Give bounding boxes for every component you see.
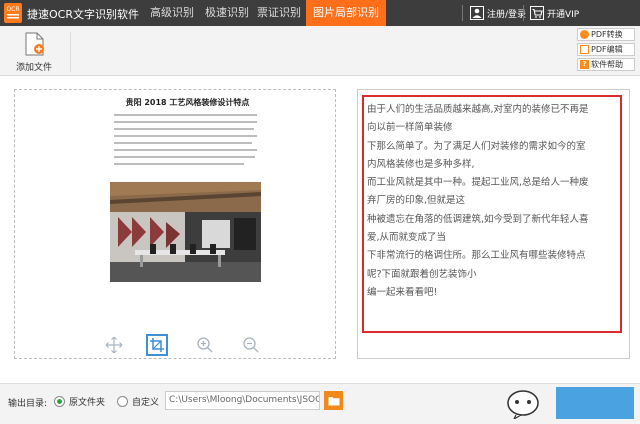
help-icon: ? xyxy=(580,60,589,69)
watermark xyxy=(506,384,640,424)
add-file-button[interactable]: 添加文件 xyxy=(12,29,56,73)
radio-custom-label: 自定义 xyxy=(132,398,160,408)
zoom-in-icon xyxy=(197,337,213,353)
document-preview: 贵阳 2018 工艺风格装修设计特点 xyxy=(110,96,265,306)
radio-selected-icon xyxy=(54,396,65,407)
result-line: 而工业风就是其中一种。提起工业风,总是给人一种废 xyxy=(367,177,589,189)
pdf-convert-label: PDF转换 xyxy=(591,30,623,39)
app-title: 捷速OCR文字识别软件 xyxy=(27,8,139,21)
pdf-convert-icon xyxy=(580,30,589,39)
text-line xyxy=(114,114,257,116)
text-line xyxy=(114,149,257,151)
vip-button[interactable]: 开通VIP xyxy=(530,4,579,22)
result-line: 内风格装修也是多种多样, xyxy=(367,158,475,170)
radio-custom-folder[interactable]: 自定义 xyxy=(117,395,159,408)
add-file-icon xyxy=(25,32,44,56)
svg-text:OCR: OCR xyxy=(6,6,19,13)
result-line: 下非常流行的格调住所。那么工业风有哪些装修特点 xyxy=(367,250,586,262)
result-line: 编一起来看看吧! xyxy=(367,286,438,298)
ocr-result-text[interactable]: 由于人们的生活品质越来越高,对室内的装修已不再是 向以前一样简单装修 下那么简单… xyxy=(362,95,622,333)
radio-original-folder[interactable]: 原文件夹 xyxy=(54,395,105,408)
tab-advanced-recognition[interactable]: 高级识别 xyxy=(143,0,201,26)
result-line: 下那么简单了。为了满足人们对装修的需求如今的室 xyxy=(367,140,586,152)
help-button[interactable]: ? 软件帮助 xyxy=(577,58,635,71)
cart-icon xyxy=(530,6,544,20)
result-line: 向以前一样简单装修 xyxy=(367,122,453,134)
interior-photo xyxy=(110,182,261,282)
image-preview-panel: 贵阳 2018 工艺风格装修设计特点 xyxy=(14,89,336,359)
output-path-input[interactable]: C:\Users\Mloong\Documents\JSOC xyxy=(165,391,320,410)
title-bar: OCR 捷速OCR文字识别软件 高级识别 极速识别 票证识别 图片局部识别 注册… xyxy=(0,0,640,26)
pdf-edit-label: PDF编辑 xyxy=(591,45,623,54)
login-label: 注册/登录 xyxy=(487,9,527,20)
divider xyxy=(70,32,71,72)
add-file-label: 添加文件 xyxy=(15,63,52,73)
radio-original-label: 原文件夹 xyxy=(69,398,106,408)
text-line xyxy=(114,128,254,130)
output-directory-label: 输出目录: xyxy=(8,399,48,409)
watermark-logo-icon xyxy=(507,390,539,419)
zoom-out-icon xyxy=(243,337,259,353)
tab-fast-recognition[interactable]: 极速识别 xyxy=(201,0,253,26)
help-label: 软件帮助 xyxy=(591,60,623,69)
browse-folder-button[interactable] xyxy=(324,391,343,410)
text-line xyxy=(114,121,257,123)
text-line xyxy=(114,135,257,137)
main-area: 贵阳 2018 工艺风格装修设计特点 由于人们的生活品质越来越高,对室内的装修已… xyxy=(0,77,640,383)
folder-icon xyxy=(328,396,339,405)
result-line: 弃厂房的印象,但就是这 xyxy=(367,195,466,207)
document-title: 贵阳 2018 工艺风格装修设计特点 xyxy=(125,98,250,107)
text-line xyxy=(114,142,252,144)
result-line: 种被遗忘在角落的低调建筑,如今受到了新代年轻人喜 xyxy=(367,213,589,225)
app-logo-icon: OCR xyxy=(4,3,22,23)
move-tool-button[interactable] xyxy=(103,334,125,356)
pdf-edit-button[interactable]: PDF编辑 xyxy=(577,43,635,56)
crop-icon xyxy=(150,338,164,352)
divider xyxy=(462,5,463,21)
tab-ticket-recognition[interactable]: 票证识别 xyxy=(253,0,305,26)
ocr-result-panel[interactable]: 由于人们的生活品质越来越高,对室内的装修已不再是 向以前一样简单装修 下那么简单… xyxy=(357,89,630,359)
divider xyxy=(523,5,524,21)
toolbar: 添加文件 PDF转换 PDF编辑 ? 软件帮助 xyxy=(0,26,640,76)
vip-label: 开通VIP xyxy=(547,9,580,20)
result-line: 呢?下面就跟着创艺装饰小 xyxy=(367,268,477,280)
zoom-in-button[interactable] xyxy=(194,334,216,356)
tab-image-partial-recognition[interactable]: 图片局部识别 xyxy=(306,0,386,26)
pdf-convert-button[interactable]: PDF转换 xyxy=(577,28,635,41)
text-line xyxy=(114,163,244,165)
text-line xyxy=(114,156,255,158)
move-icon xyxy=(105,336,123,354)
result-line: 由于人们的生活品质越来越高,对室内的装修已不再是 xyxy=(367,104,589,115)
pdf-edit-icon xyxy=(580,45,589,54)
result-line: 爱,从而就变成了当 xyxy=(367,232,447,244)
crop-tool-button[interactable] xyxy=(146,334,168,356)
radio-unselected-icon xyxy=(117,396,128,407)
user-icon xyxy=(470,6,484,20)
zoom-out-button[interactable] xyxy=(240,334,262,356)
login-button[interactable]: 注册/登录 xyxy=(470,4,526,22)
